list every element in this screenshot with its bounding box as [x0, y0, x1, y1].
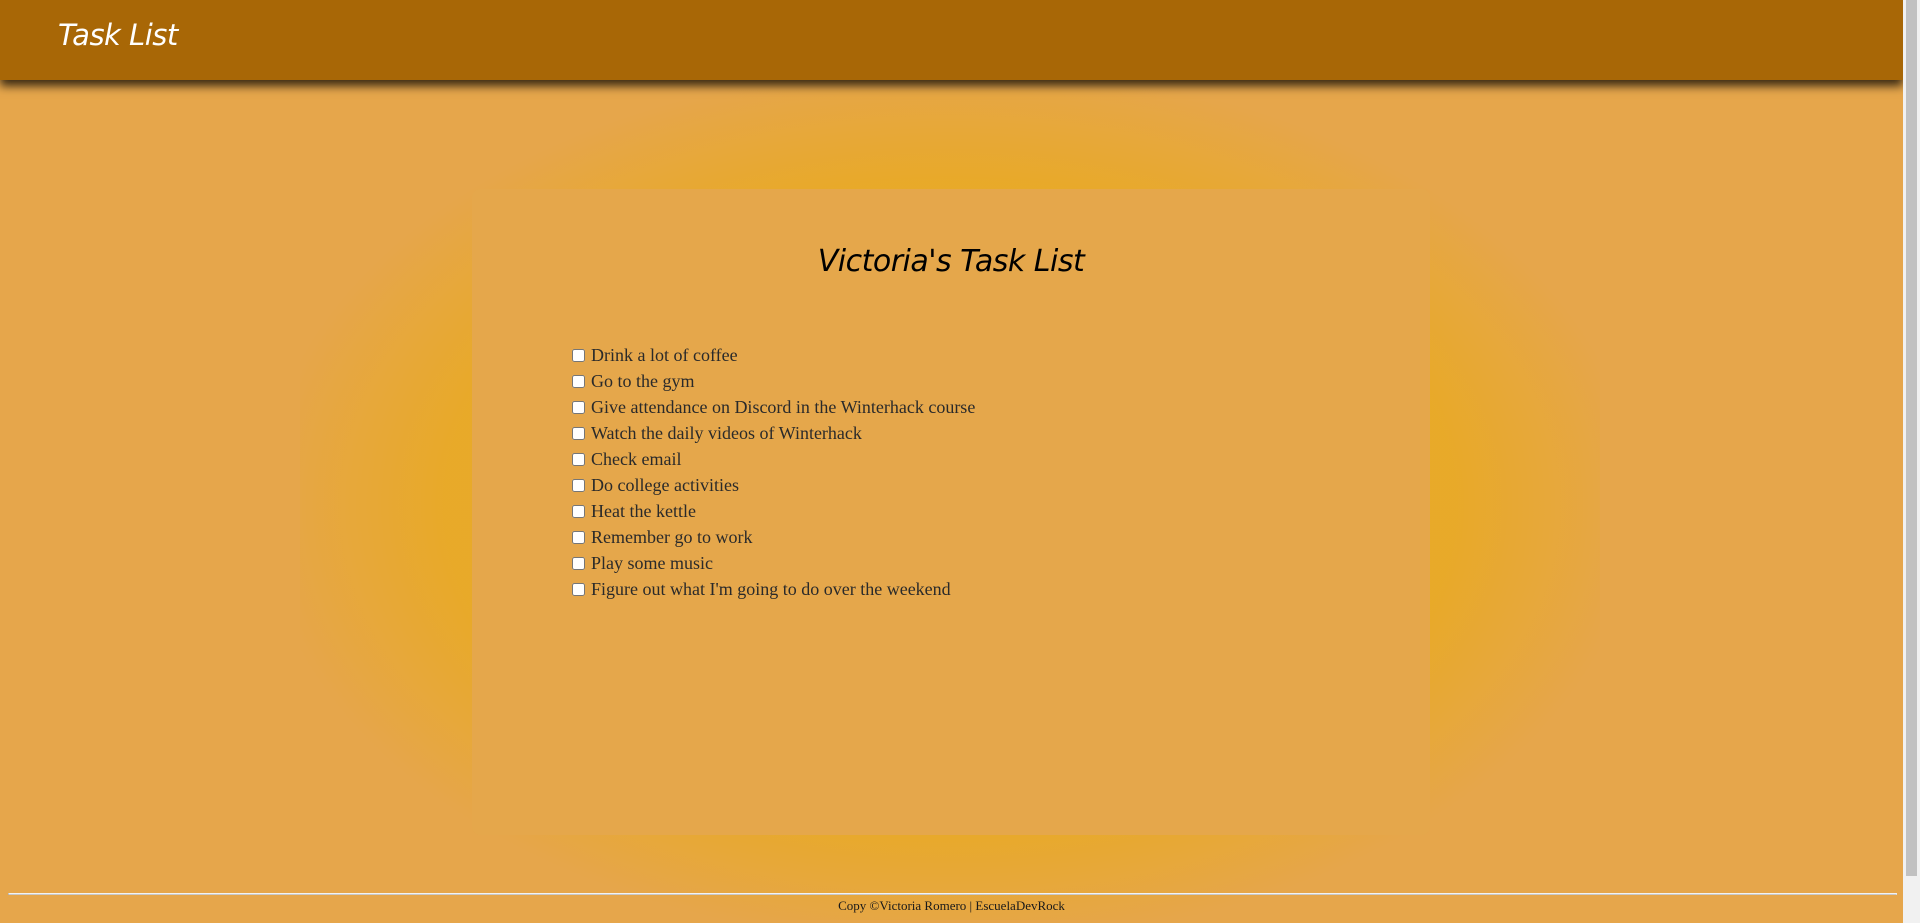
brand-title[interactable]: Task List — [58, 18, 178, 52]
top-navbar: Task List — [0, 0, 1903, 80]
task-label[interactable]: Check email — [591, 446, 681, 472]
task-checkbox[interactable] — [572, 582, 585, 596]
task-item: Give attendance on Discord in the Winter… — [572, 394, 975, 420]
task-item: Do college activities — [572, 472, 975, 498]
task-item: Figure out what I'm going to do over the… — [572, 576, 975, 602]
vertical-scrollbar[interactable] — [1903, 0, 1920, 923]
footer-copyright: Copy ©Victoria Romero | EscuelaDevRock — [838, 898, 1065, 913]
task-item: Play some music — [572, 550, 975, 576]
task-label[interactable]: Drink a lot of coffee — [591, 342, 738, 368]
task-label[interactable]: Heat the kettle — [591, 498, 696, 524]
task-item: Heat the kettle — [572, 498, 975, 524]
task-label[interactable]: Go to the gym — [591, 368, 695, 394]
task-item: Go to the gym — [572, 368, 975, 394]
footer-divider — [8, 893, 1897, 895]
task-label[interactable]: Do college activities — [591, 472, 739, 498]
task-item: Remember go to work — [572, 524, 975, 550]
task-checkbox[interactable] — [572, 530, 585, 544]
task-checkbox[interactable] — [572, 452, 585, 466]
task-checkbox[interactable] — [572, 426, 585, 440]
page-title: Victoria's Task List — [817, 244, 1085, 279]
task-label[interactable]: Give attendance on Discord in the Winter… — [591, 394, 975, 420]
task-checkbox[interactable] — [572, 556, 585, 570]
task-checkbox[interactable] — [572, 348, 585, 362]
task-label[interactable]: Remember go to work — [591, 524, 752, 550]
task-item: Watch the daily videos of Winterhack — [572, 420, 975, 446]
task-checkbox[interactable] — [572, 400, 585, 414]
task-label[interactable]: Watch the daily videos of Winterhack — [591, 420, 862, 446]
scrollbar-thumb[interactable] — [1906, 0, 1917, 876]
task-checkbox[interactable] — [572, 504, 585, 518]
task-item: Drink a lot of coffee — [572, 342, 975, 368]
task-list: Drink a lot of coffee Go to the gym Give… — [572, 342, 975, 602]
task-label[interactable]: Play some music — [591, 550, 713, 576]
task-checkbox[interactable] — [572, 374, 585, 388]
task-card: Victoria's Task List Drink a lot of coff… — [472, 189, 1430, 835]
task-item: Check email — [572, 446, 975, 472]
task-label[interactable]: Figure out what I'm going to do over the… — [591, 576, 951, 602]
task-checkbox[interactable] — [572, 478, 585, 492]
